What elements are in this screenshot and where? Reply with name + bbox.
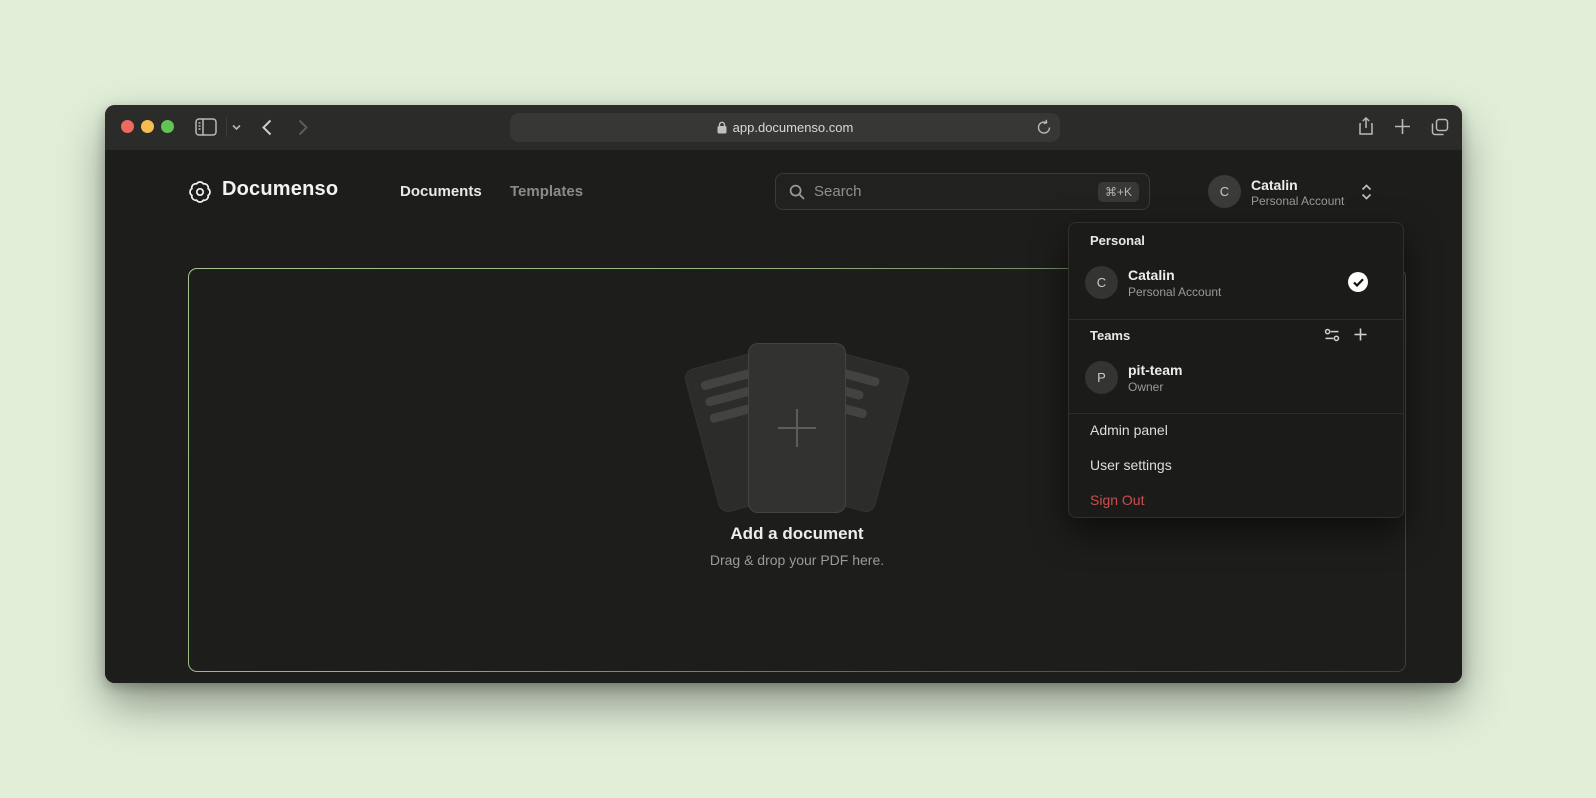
sidebar-toggle-icon[interactable] — [195, 118, 217, 136]
browser-toolbar: app.documenso.com — [105, 105, 1462, 150]
personal-account-name[interactable]: Catalin — [1128, 267, 1175, 283]
share-icon[interactable] — [1358, 117, 1374, 137]
menu-section-teams: Teams — [1090, 328, 1130, 343]
plus-icon — [774, 405, 820, 451]
search-bar[interactable]: ⌘+K — [775, 173, 1150, 210]
back-button-icon[interactable] — [262, 119, 272, 136]
team-avatar: P — [1085, 361, 1118, 394]
new-tab-icon[interactable] — [1394, 118, 1411, 135]
menu-section-personal: Personal — [1090, 233, 1145, 248]
menu-divider — [1069, 413, 1403, 414]
dropzone-subtitle: Drag & drop your PDF here. — [189, 552, 1405, 568]
document-cards-illustration — [692, 343, 902, 513]
url-text: app.documenso.com — [733, 120, 854, 135]
team-role: Owner — [1128, 380, 1163, 394]
sidebar-menu-chevron-icon[interactable] — [232, 124, 241, 131]
account-dropdown-menu: Personal C Catalin Personal Account Team… — [1068, 222, 1404, 518]
search-input[interactable] — [814, 183, 1098, 200]
chevrons-up-down-icon[interactable] — [1361, 184, 1372, 205]
team-name[interactable]: pit-team — [1128, 362, 1182, 378]
search-shortcut-badge: ⌘+K — [1098, 182, 1139, 202]
menu-item-user-settings[interactable]: User settings — [1090, 457, 1172, 473]
personal-account-description: Personal Account — [1128, 285, 1221, 299]
tab-overview-icon[interactable] — [1431, 118, 1449, 136]
forward-button-icon[interactable] — [298, 119, 308, 136]
search-icon — [789, 184, 805, 200]
documenso-logo-icon — [188, 180, 212, 204]
create-team-plus-icon[interactable] — [1353, 327, 1368, 347]
toolbar-divider — [226, 117, 227, 137]
account-avatar[interactable]: C — [1208, 175, 1241, 208]
address-bar[interactable]: app.documenso.com — [510, 113, 1060, 142]
nav-templates[interactable]: Templates — [510, 183, 583, 200]
manage-teams-icon[interactable] — [1324, 327, 1340, 348]
menu-item-admin-panel[interactable]: Admin panel — [1090, 422, 1168, 438]
personal-account-avatar: C — [1085, 266, 1118, 299]
document-card-center — [748, 343, 846, 513]
browser-window: app.documenso.com — [105, 105, 1462, 683]
menu-divider — [1069, 319, 1403, 320]
close-window-button[interactable] — [121, 120, 134, 133]
nav-documents[interactable]: Documents — [400, 183, 482, 200]
menu-item-sign-out[interactable]: Sign Out — [1090, 492, 1144, 508]
account-type: Personal Account — [1251, 194, 1344, 208]
app-content: Documenso Documents Templates ⌘+K C Cata… — [105, 150, 1462, 683]
brand-name[interactable]: Documenso — [222, 178, 338, 201]
selected-check-icon — [1348, 272, 1368, 292]
dropzone-title: Add a document — [189, 524, 1405, 544]
reload-icon[interactable] — [1037, 119, 1051, 138]
account-name[interactable]: Catalin — [1251, 177, 1298, 193]
minimize-window-button[interactable] — [141, 120, 154, 133]
lock-icon — [717, 121, 727, 134]
zoom-window-button[interactable] — [161, 120, 174, 133]
